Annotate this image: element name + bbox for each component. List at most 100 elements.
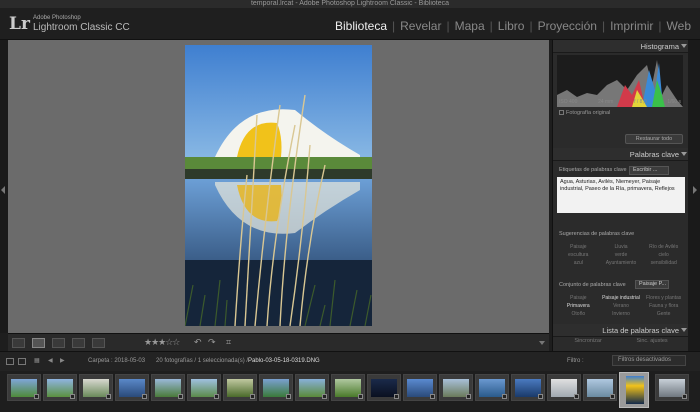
rotate-left-icon[interactable]: ↶ <box>194 337 202 348</box>
main-window-icon[interactable] <box>6 358 14 365</box>
loupe-view-icon[interactable] <box>32 338 45 348</box>
badge-icon <box>106 394 111 399</box>
right-panel-toggle[interactable] <box>688 40 700 351</box>
filmstrip-thumb[interactable] <box>475 374 509 401</box>
filmstrip-thumb[interactable] <box>7 374 41 401</box>
keyword-set-item[interactable]: Paisaje <box>557 295 600 301</box>
suggestion-item[interactable]: verde <box>600 252 643 258</box>
toolbar-menu-icon[interactable] <box>539 341 545 345</box>
original-photo-toggle[interactable]: Fotografía original <box>559 110 610 116</box>
suggestion-item[interactable]: Río de Avilés <box>642 244 685 250</box>
rotate-right-icon[interactable]: ↷ <box>208 337 216 348</box>
focal-value: 24 mm <box>598 99 614 105</box>
forward-icon[interactable]: ▶ <box>60 357 65 364</box>
filmstrip-thumb[interactable] <box>151 374 185 401</box>
filmstrip-thumb[interactable] <box>583 374 617 401</box>
filmstrip-thumb[interactable] <box>331 374 365 401</box>
badge-icon <box>178 394 183 399</box>
rating-stars[interactable]: ★★★☆☆ <box>144 337 180 348</box>
suggestion-item[interactable]: escultura <box>557 252 600 258</box>
filmstrip-thumb[interactable] <box>223 374 257 401</box>
folder-path[interactable]: Carpeta : 2018-05-03 <box>88 358 145 364</box>
filmstrip-thumb[interactable] <box>511 374 545 401</box>
keyword-set-item[interactable]: Otoño <box>557 311 600 317</box>
keyword-list-title: Lista de palabras clave <box>602 326 679 335</box>
module-libro[interactable]: Libro <box>493 19 530 33</box>
suggestion-item[interactable]: Lluvia <box>600 244 643 250</box>
shutter-value: 1/60 s <box>667 99 681 105</box>
keyword-set-item[interactable]: Invierno <box>600 311 643 317</box>
sync-metadata-button[interactable]: Sincronizar <box>574 338 602 348</box>
filter-label: Filtro : <box>567 358 584 364</box>
crop-icon[interactable]: ⌗ <box>226 337 231 348</box>
compare-view-icon[interactable] <box>52 338 65 348</box>
keyword-set-item[interactable]: Gente <box>642 311 685 317</box>
back-icon[interactable]: ◀ <box>48 357 53 364</box>
filter-select[interactable]: Filtros desactivados <box>612 355 686 366</box>
badge-icon <box>214 394 219 399</box>
badge-icon <box>466 394 471 399</box>
module-web[interactable]: Web <box>662 19 696 33</box>
keyword-set-item[interactable]: Verano <box>600 303 643 309</box>
secondary-window-icon[interactable] <box>18 358 26 365</box>
file-name[interactable]: Pablo-03-05-18-0319.DNG <box>248 358 320 364</box>
suggestion-item[interactable]: azul <box>557 260 600 266</box>
filmstrip-thumb[interactable] <box>547 374 581 401</box>
filmstrip-thumb-selected[interactable] <box>619 372 649 408</box>
suggestion-item[interactable]: Ayuntamiento <box>600 260 643 266</box>
window-title: temporal.lrcat - Adobe Photoshop Lightro… <box>0 0 700 8</box>
filmstrip-thumb[interactable] <box>259 374 293 401</box>
keyword-set-item[interactable]: Fauna y flora <box>642 303 685 309</box>
app-header: Lr Adobe Photoshop Lightroom Classic CC … <box>0 8 700 40</box>
keyword-set-grid: Paisaje Paisaje industrial Flores y plan… <box>557 295 685 317</box>
module-imprimir[interactable]: Imprimir <box>605 19 658 33</box>
badge-icon <box>430 394 435 399</box>
module-proyeccion[interactable]: Proyección <box>533 19 602 33</box>
suggestion-item[interactable]: Paisaje <box>557 244 600 250</box>
keyword-input[interactable]: Agua, Asturias, Avilés, Niemeyer, Paisaj… <box>557 177 685 213</box>
filmstrip-thumb[interactable] <box>295 374 329 401</box>
badge-icon <box>574 394 579 399</box>
collapse-icon <box>681 328 687 332</box>
module-biblioteca[interactable]: Biblioteca <box>330 19 392 33</box>
keyword-set-item[interactable]: Flores y plantas <box>642 295 685 301</box>
filmstrip-thumb[interactable] <box>79 374 113 401</box>
keyword-list-header[interactable]: Lista de palabras clave <box>553 324 689 337</box>
filmstrip-thumb[interactable] <box>403 374 437 401</box>
badge-icon <box>358 394 363 399</box>
filmstrip-thumb[interactable] <box>655 374 689 401</box>
people-view-icon[interactable] <box>92 338 105 348</box>
survey-view-icon[interactable] <box>72 338 85 348</box>
grid-icon[interactable]: ▦ <box>34 357 40 364</box>
loupe-view[interactable] <box>8 40 549 333</box>
filmstrip-thumb[interactable] <box>439 374 473 401</box>
badge-icon <box>610 394 615 399</box>
suggestion-item[interactable]: cielo <box>642 252 685 258</box>
module-mapa[interactable]: Mapa <box>450 19 490 33</box>
filmstrip-thumb[interactable] <box>187 374 221 401</box>
filmstrip-thumb[interactable] <box>43 374 77 401</box>
collapse-icon <box>681 152 687 156</box>
suggestion-item[interactable]: sensibilidad <box>642 260 685 266</box>
keyword-set-item[interactable]: Primavera <box>557 303 600 309</box>
toolbar: ★★★☆☆ ↶ ↷ ⌗ <box>8 333 549 351</box>
keyword-set-item[interactable]: Paisaje industrial <box>600 295 643 301</box>
keywords-header[interactable]: Palabras clave <box>553 148 689 161</box>
badge-icon <box>34 394 39 399</box>
grid-view-icon[interactable] <box>12 338 25 348</box>
expand-left-icon <box>1 186 5 194</box>
badge-icon <box>682 394 687 399</box>
filmstrip-thumb[interactable] <box>115 374 149 401</box>
restore-all-button[interactable]: Restaurar todo <box>625 134 683 144</box>
histogram-header[interactable]: Histograma <box>553 40 689 53</box>
photo-count: 20 fotografías / 1 seleccionada(s) / <box>156 358 249 364</box>
module-revelar[interactable]: Revelar <box>395 19 446 33</box>
keyword-mode-select[interactable]: Escribir ... <box>629 166 669 175</box>
expand-right-icon <box>693 186 697 194</box>
keyword-set-select[interactable]: Paisaje P... <box>635 280 669 289</box>
filmstrip-thumb[interactable] <box>367 374 401 401</box>
badge-icon <box>286 394 291 399</box>
filmstrip <box>0 371 700 412</box>
left-panel-toggle[interactable] <box>0 40 8 333</box>
sync-settings-button[interactable]: Sinc. ajustes <box>636 338 667 348</box>
